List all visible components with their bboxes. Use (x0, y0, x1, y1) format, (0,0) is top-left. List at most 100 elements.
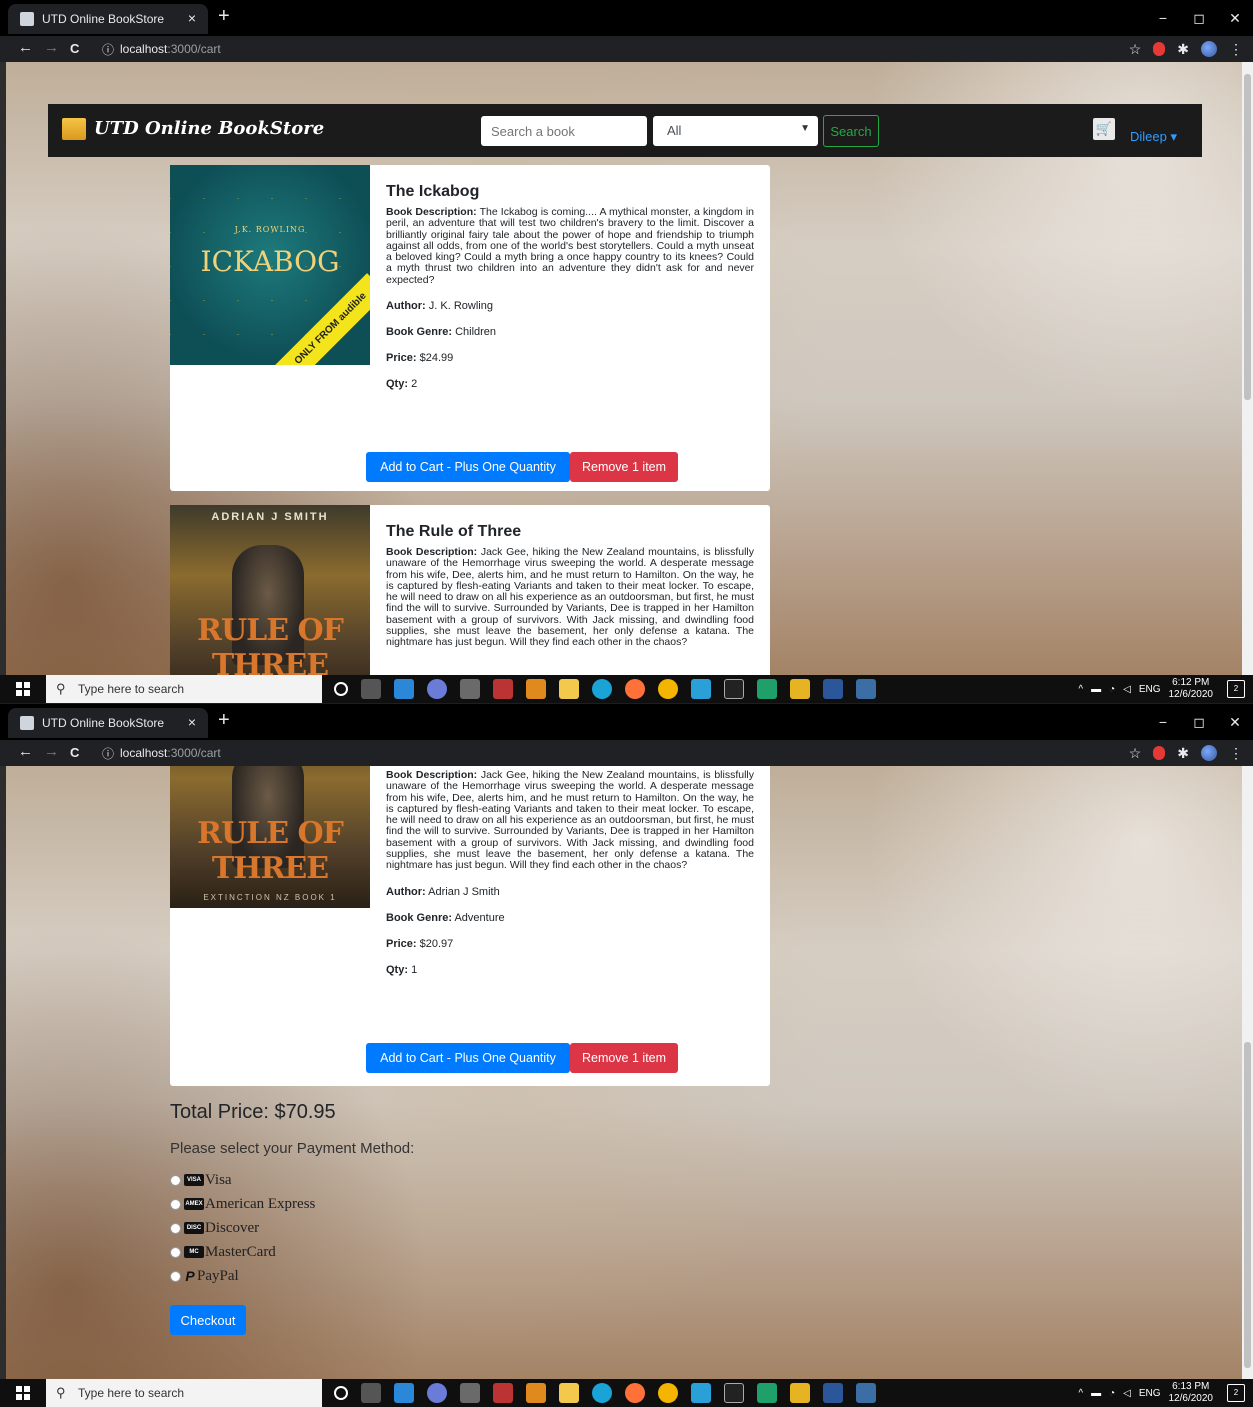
checkout-button[interactable]: Checkout (170, 1305, 246, 1335)
firefox-icon[interactable] (625, 679, 645, 699)
search-button[interactable]: Search (823, 115, 879, 147)
close-window-button[interactable]: ✕ (1217, 0, 1253, 36)
tab-close-icon[interactable]: × (188, 10, 196, 26)
windows-start-icon[interactable] (16, 1386, 30, 1400)
r-app-icon[interactable] (427, 679, 447, 699)
radio-button[interactable] (170, 1222, 181, 1234)
firefox-icon[interactable] (625, 1383, 645, 1403)
back-button[interactable]: ← (18, 743, 33, 760)
site-info-icon[interactable]: ⓘ (102, 745, 114, 762)
user-menu[interactable]: Dileep ▾ (1130, 129, 1177, 145)
mail-icon[interactable] (394, 1383, 414, 1403)
page-scrollbar[interactable] (1242, 62, 1253, 675)
taskbar-search[interactable]: ⚲ Type here to search (46, 1379, 322, 1407)
payment-option-visa[interactable]: VISA Visa (170, 1168, 315, 1192)
adblock-extension-icon[interactable] (1153, 42, 1166, 56)
volume-icon[interactable]: ◁ (1123, 684, 1131, 695)
windows-start-icon[interactable] (16, 682, 30, 696)
minimize-button[interactable]: − (1145, 704, 1181, 740)
mail-icon[interactable] (394, 679, 414, 699)
site-info-icon[interactable]: ⓘ (102, 41, 114, 58)
cart-icon[interactable]: 🛒 (1093, 118, 1115, 140)
radio-button[interactable] (170, 1174, 181, 1186)
reload-button[interactable]: C (70, 745, 79, 760)
notification-center-icon[interactable]: 2 (1227, 1384, 1245, 1402)
taskbar-clock[interactable]: 6:12 PM 12/6/2020 (1169, 677, 1214, 701)
edge-icon[interactable] (592, 679, 612, 699)
volume-icon[interactable]: ◁ (1123, 1388, 1131, 1399)
remove-item-button[interactable]: Remove 1 item (570, 452, 678, 482)
vscode-icon[interactable] (691, 679, 711, 699)
console-icon[interactable] (724, 679, 744, 699)
console-icon[interactable] (724, 1383, 744, 1403)
cortana-icon[interactable] (334, 682, 348, 696)
edge-icon[interactable] (592, 1383, 612, 1403)
profile-avatar-icon[interactable] (1201, 41, 1217, 57)
add-to-cart-button[interactable]: Add to Cart - Plus One Quantity (366, 1043, 570, 1073)
task-view-icon[interactable] (361, 679, 381, 699)
tray-arrow-icon[interactable]: ^ (1078, 684, 1083, 695)
word-icon[interactable] (823, 679, 843, 699)
tray-arrow-icon[interactable]: ^ (1078, 1388, 1083, 1399)
file-explorer-icon[interactable] (559, 1383, 579, 1403)
terminal-icon[interactable] (460, 679, 480, 699)
snipping-icon[interactable] (856, 679, 876, 699)
back-button[interactable]: ← (18, 39, 33, 56)
r-app-icon[interactable] (427, 1383, 447, 1403)
chrome-icon[interactable] (658, 679, 678, 699)
add-to-cart-button[interactable]: Add to Cart - Plus One Quantity (366, 452, 570, 482)
extensions-puzzle-icon[interactable]: ✱ (1177, 41, 1189, 58)
sublime-icon[interactable] (790, 1383, 810, 1403)
brand-logo-icon[interactable] (62, 118, 86, 140)
task-view-icon[interactable] (361, 1383, 381, 1403)
taskbar-clock[interactable]: 6:13 PM 12/6/2020 (1169, 1381, 1214, 1405)
word-icon[interactable] (823, 1383, 843, 1403)
taskbar-search[interactable]: ⚲ Type here to search (46, 675, 322, 703)
page-scrollbar[interactable] (1242, 766, 1253, 1379)
scrollbar-thumb[interactable] (1244, 1042, 1251, 1368)
minimize-button[interactable]: − (1145, 0, 1181, 36)
language-indicator[interactable]: ENG (1139, 684, 1161, 695)
sublime-icon[interactable] (790, 679, 810, 699)
address-bar[interactable]: ⓘ localhost:3000/cart (94, 38, 1112, 60)
address-bar[interactable]: ⓘ localhost:3000/cart (94, 742, 1112, 764)
payment-option-paypal[interactable]: P PayPal (170, 1264, 315, 1288)
sourcetree-icon[interactable] (757, 679, 777, 699)
brand-name[interactable]: UTD Online BookStore (94, 118, 324, 139)
adblock-extension-icon[interactable] (1153, 746, 1166, 760)
browser-menu-icon[interactable]: ⋮ (1229, 41, 1243, 58)
tab-close-icon[interactable]: × (188, 714, 196, 730)
battery-icon[interactable]: ▬ (1091, 684, 1101, 695)
forward-button[interactable]: → (44, 743, 59, 760)
file-explorer-icon[interactable] (559, 679, 579, 699)
maximize-button[interactable]: ◻ (1181, 0, 1217, 36)
payment-option-amex[interactable]: AMEX American Express (170, 1192, 315, 1216)
new-tab-button[interactable]: + (218, 709, 230, 732)
battery-icon[interactable]: ▬ (1091, 1388, 1101, 1399)
bookmark-star-icon[interactable]: ☆ (1129, 745, 1142, 762)
chrome-icon[interactable] (658, 1383, 678, 1403)
notification-center-icon[interactable]: 2 (1227, 680, 1245, 698)
bookmark-star-icon[interactable]: ☆ (1129, 41, 1142, 58)
postman-icon[interactable] (526, 679, 546, 699)
spider-app-icon[interactable] (493, 1383, 513, 1403)
profile-avatar-icon[interactable] (1201, 745, 1217, 761)
category-select[interactable]: All ▼ (653, 116, 818, 146)
browser-tab[interactable]: UTD Online BookStore × (8, 708, 208, 738)
cortana-icon[interactable] (334, 1386, 348, 1400)
forward-button[interactable]: → (44, 39, 59, 56)
close-window-button[interactable]: ✕ (1217, 704, 1253, 740)
reload-button[interactable]: C (70, 41, 79, 56)
extensions-puzzle-icon[interactable]: ✱ (1177, 745, 1189, 762)
radio-button[interactable] (170, 1270, 181, 1282)
postman-icon[interactable] (526, 1383, 546, 1403)
maximize-button[interactable]: ◻ (1181, 704, 1217, 740)
radio-button[interactable] (170, 1246, 181, 1258)
wifi-icon[interactable]: ◔ (1109, 1388, 1115, 1399)
remove-item-button[interactable]: Remove 1 item (570, 1043, 678, 1073)
new-tab-button[interactable]: + (218, 5, 230, 28)
terminal-icon[interactable] (460, 1383, 480, 1403)
scrollbar-thumb[interactable] (1244, 74, 1251, 400)
spider-app-icon[interactable] (493, 679, 513, 699)
sourcetree-icon[interactable] (757, 1383, 777, 1403)
